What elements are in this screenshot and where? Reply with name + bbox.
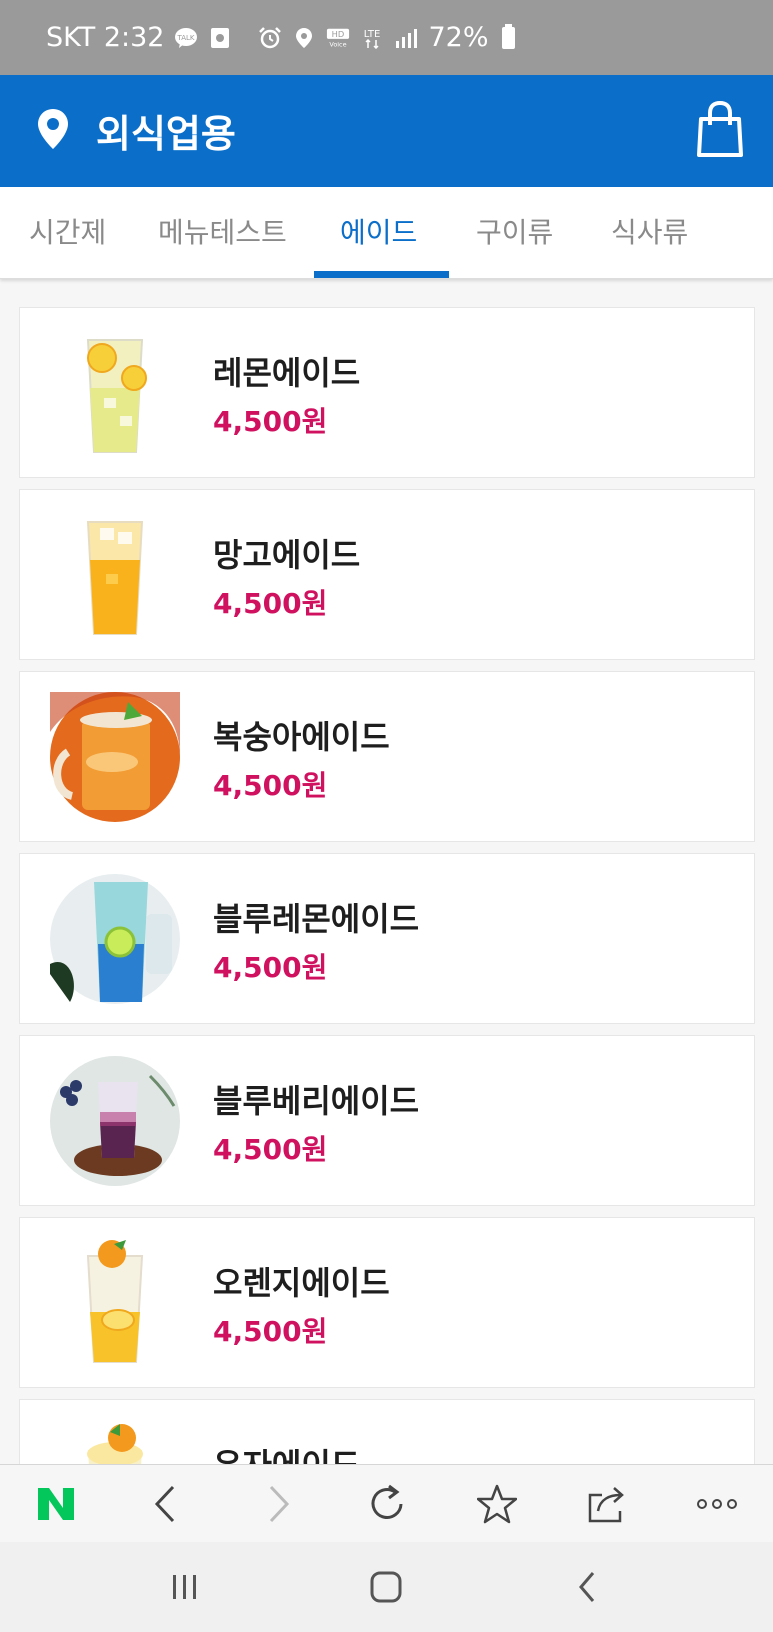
system-nav-bar — [0, 1542, 773, 1632]
browser-toolbar — [0, 1464, 773, 1542]
share-icon — [588, 1487, 624, 1523]
product-card[interactable]: 블루베리에이드 4,500원 — [19, 1035, 755, 1206]
product-name: 망고에이드 — [213, 536, 361, 574]
home-icon — [370, 1571, 402, 1603]
recent-apps-button[interactable] — [150, 1542, 220, 1632]
product-card[interactable]: 유자에이드 — [19, 1399, 755, 1464]
peach-ade-image — [50, 692, 180, 822]
lemon-ade-image — [86, 339, 147, 453]
mango-ade-image — [86, 521, 144, 635]
hd-voice-icon: HD Voice — [327, 28, 350, 48]
page-title[interactable]: 외식업용 — [96, 103, 236, 158]
product-name: 블루레몬에이드 — [213, 900, 420, 938]
svg-text:Voice: Voice — [330, 40, 347, 48]
product-name: 유자에이드 — [213, 1440, 360, 1464]
blue-lemon-ade-image — [50, 874, 180, 1004]
product-price: 4,500원 — [213, 587, 328, 620]
blueberry-ade-image — [50, 1056, 180, 1186]
product-card[interactable]: 오렌지에이드 4,500원 — [19, 1217, 755, 1388]
alarm-icon — [259, 26, 282, 48]
product-price: 4,500원 — [213, 951, 328, 984]
tab-ade[interactable]: 에이드 — [340, 211, 417, 251]
signal-icon — [396, 28, 418, 48]
forward-button[interactable] — [244, 1465, 314, 1543]
product-card[interactable]: 레몬에이드 4,500원 — [19, 307, 755, 478]
svg-text:HD: HD — [332, 29, 345, 39]
bookmark-button[interactable] — [462, 1465, 532, 1543]
more-icon — [697, 1499, 737, 1509]
refresh-button[interactable] — [352, 1465, 422, 1543]
naver-logo-icon — [38, 1488, 74, 1520]
carrier-time: SKT 2:32 — [46, 22, 165, 53]
shopping-bag-icon[interactable] — [697, 101, 743, 157]
tab-menu-test[interactable]: 메뉴테스트 — [158, 211, 287, 251]
tab-meals[interactable]: 식사류 — [611, 211, 688, 251]
back-button[interactable] — [130, 1465, 200, 1543]
battery-percent: 72% — [428, 22, 489, 53]
category-tabs: 시간제 메뉴테스트 에이드 구이류 식사류 — [0, 187, 773, 279]
active-tab-indicator — [314, 271, 449, 278]
yuja-ade-image — [87, 1424, 143, 1464]
product-name: 오렌지에이드 — [213, 1264, 390, 1302]
naver-home-button[interactable] — [24, 1465, 88, 1543]
tab-grill[interactable]: 구이류 — [476, 211, 553, 251]
gallery-icon — [211, 27, 230, 48]
recent-apps-icon — [173, 1575, 196, 1599]
status-bar: SKT 2:32 TALK HD Voice LTE 72% — [0, 0, 773, 75]
battery-icon — [502, 23, 516, 49]
product-name: 레몬에이드 — [213, 354, 361, 392]
home-button[interactable] — [351, 1542, 421, 1632]
location-icon — [296, 27, 313, 48]
talk-badge-text: TALK — [177, 34, 195, 42]
product-price: 4,500원 — [213, 1133, 328, 1166]
lte-icon: LTE — [364, 29, 381, 49]
star-icon — [477, 1484, 517, 1524]
orange-ade-image — [86, 1240, 144, 1363]
location-pin-icon[interactable] — [36, 108, 70, 150]
product-price: 4,500원 — [213, 1315, 328, 1348]
forward-icon — [269, 1485, 290, 1523]
product-card[interactable]: 망고에이드 4,500원 — [19, 489, 755, 660]
system-back-icon — [579, 1572, 595, 1602]
product-price: 4,500원 — [213, 405, 328, 438]
tab-part-time[interactable]: 시간제 — [29, 211, 106, 251]
product-name: 블루베리에이드 — [213, 1082, 420, 1120]
app-header: 외식업용 — [0, 75, 773, 187]
back-icon — [154, 1485, 175, 1523]
product-name: 복숭아에이드 — [213, 718, 390, 756]
product-card[interactable]: 블루레몬에이드 4,500원 — [19, 853, 755, 1024]
product-list[interactable]: 레몬에이드 4,500원 망고에이드 4,500원 복숭아에이드 4,500원 — [0, 279, 773, 1464]
share-button[interactable] — [572, 1465, 642, 1543]
system-back-button[interactable] — [552, 1542, 622, 1632]
refresh-icon — [371, 1484, 403, 1519]
product-price: 4,500원 — [213, 769, 328, 802]
product-card[interactable]: 복숭아에이드 4,500원 — [19, 671, 755, 842]
kakaotalk-icon: TALK — [175, 27, 198, 48]
more-button[interactable] — [682, 1465, 752, 1543]
svg-text:LTE: LTE — [364, 29, 381, 40]
